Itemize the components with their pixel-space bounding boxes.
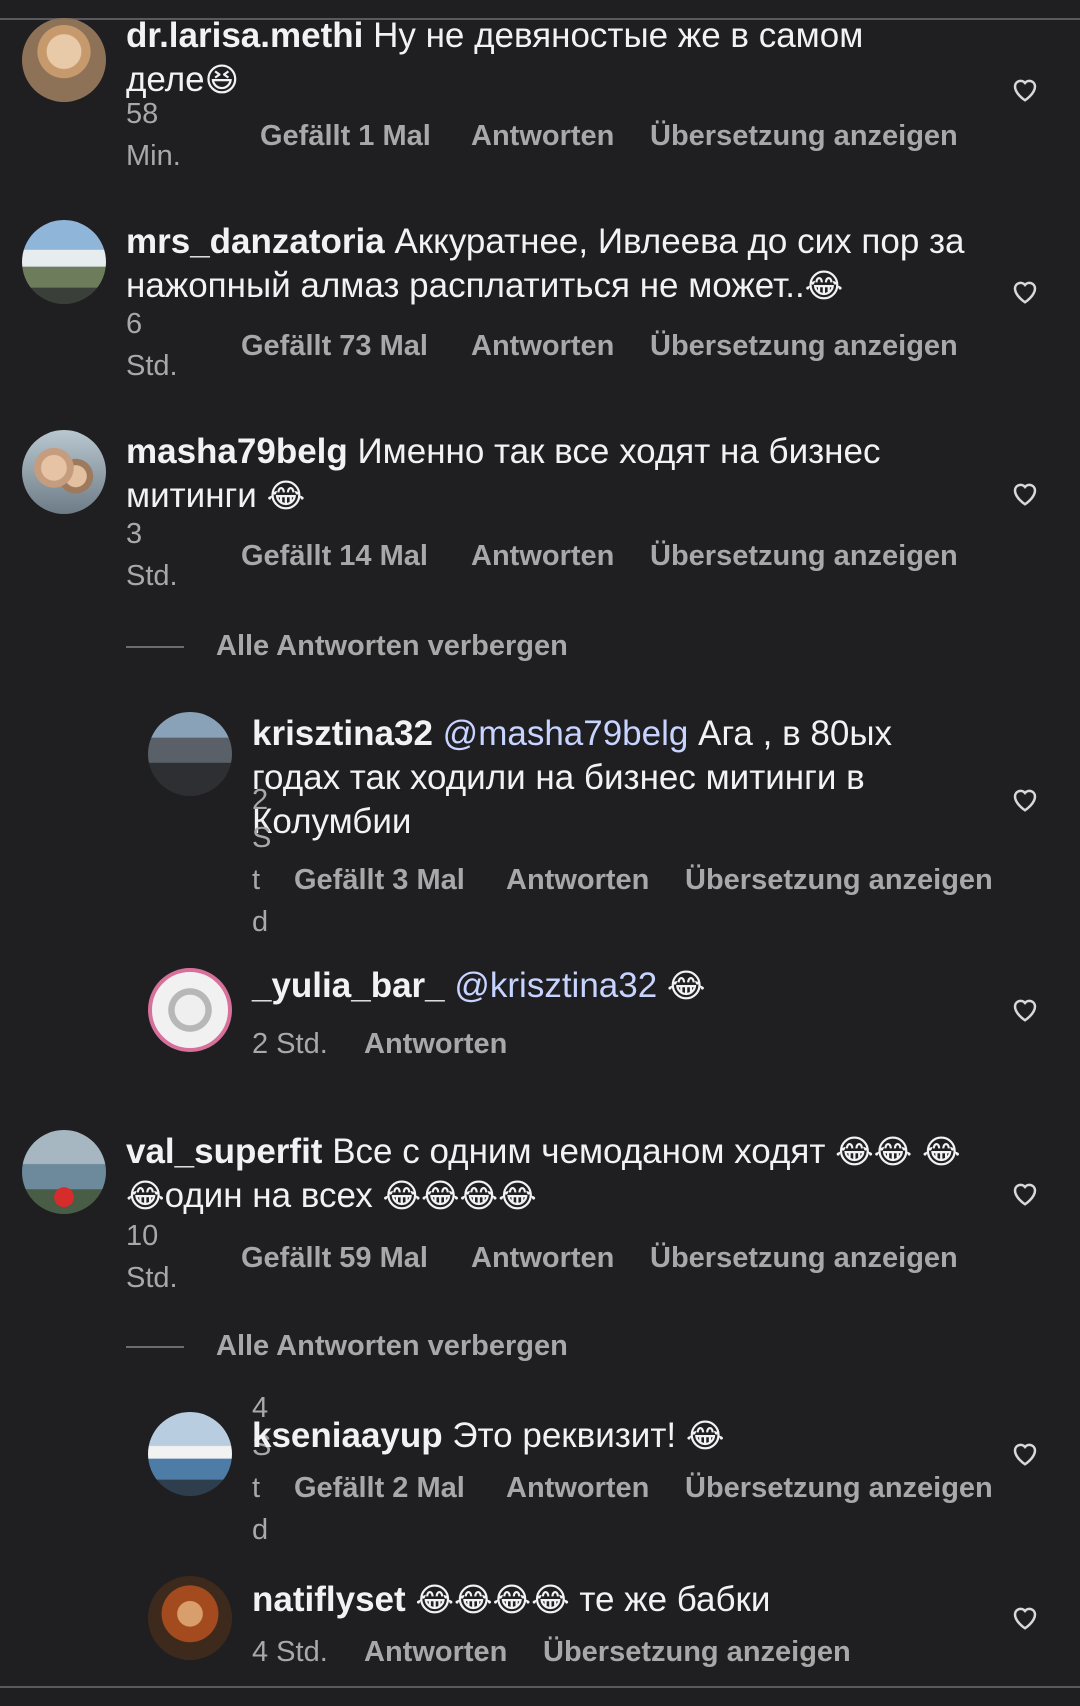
reply-button[interactable]: Antworten: [364, 1028, 507, 1061]
reply-meta: 2 Std. Antworten: [252, 1028, 852, 1068]
reply-body: natiflyset 😂😂😂😂 те же бабки: [252, 1578, 952, 1622]
comment-body: dr.larisa.methi Ну не девяностые же в са…: [126, 14, 926, 102]
emoji: 😂😂😂😂: [415, 1580, 570, 1619]
comment-username[interactable]: dr.larisa.methi: [126, 16, 363, 55]
divider: [126, 646, 184, 648]
comment-meta: 58 Min. Gefällt 1 Mal Antworten Übersetz…: [126, 98, 1026, 178]
emoji: 😂: [685, 1416, 725, 1455]
reply-button[interactable]: Antworten: [506, 1472, 649, 1505]
reply-meta: 2 S t d Gefällt 3 Mal Antworten Übersetz…: [252, 784, 1052, 964]
reply-button[interactable]: Antworten: [471, 1242, 614, 1275]
heart-outline-icon[interactable]: [1010, 784, 1040, 814]
emoji: 😂: [666, 966, 706, 1005]
emoji: 😂: [804, 266, 844, 305]
reply-body: _yulia_bar_ @krisztina32 😂: [252, 964, 952, 1008]
comment-time-unit: Min.: [126, 140, 181, 172]
mention-link[interactable]: @krisztina32: [454, 966, 657, 1005]
reply-time-char: d: [252, 906, 269, 938]
likes-count[interactable]: Gefällt 2 Mal: [294, 1472, 465, 1505]
emoji: 😂😂😂😂: [382, 1176, 537, 1215]
comment-meta: 6 Std. Gefällt 73 Mal Antworten Übersetz…: [126, 308, 1026, 388]
emoji: 😂: [266, 476, 306, 515]
reply-username[interactable]: _yulia_bar_: [252, 966, 445, 1005]
reply-button[interactable]: Antworten: [364, 1636, 507, 1669]
comment-username[interactable]: masha79belg: [126, 432, 348, 471]
reply-time: 2 Std.: [252, 1028, 328, 1060]
heart-outline-icon[interactable]: [1010, 1438, 1040, 1468]
reply-time: 4 Std.: [252, 1636, 328, 1668]
reply-button[interactable]: Antworten: [506, 864, 649, 897]
reply-text: те же бабки: [579, 1580, 771, 1619]
translate-button[interactable]: Übersetzung anzeigen: [543, 1636, 851, 1669]
comment-body: masha79belg Именно так все ходят на бизн…: [126, 430, 946, 518]
hide-replies-label[interactable]: Alle Antworten verbergen: [216, 1330, 568, 1363]
likes-count[interactable]: Gefällt 14 Mal: [241, 540, 428, 573]
reply-username[interactable]: krisztina32: [252, 714, 433, 753]
heart-outline-icon[interactable]: [1010, 478, 1040, 508]
avatar[interactable]: [22, 1130, 106, 1214]
comment-time-unit: Std.: [126, 560, 178, 592]
hide-replies-label[interactable]: Alle Antworten verbergen: [216, 630, 568, 663]
heart-outline-icon[interactable]: [1010, 994, 1040, 1024]
likes-count[interactable]: Gefällt 3 Mal: [294, 864, 465, 897]
avatar[interactable]: [22, 220, 106, 304]
reply-time-char: 2: [252, 784, 269, 816]
comment-time: 10: [126, 1220, 159, 1252]
comment-username[interactable]: val_superfit: [126, 1132, 322, 1171]
heart-outline-icon[interactable]: [1010, 1178, 1040, 1208]
comment-time: 6: [126, 308, 143, 340]
reply-time-char: t: [252, 864, 261, 896]
heart-outline-icon[interactable]: [1010, 276, 1040, 306]
heart-outline-icon[interactable]: [1010, 1602, 1040, 1632]
likes-count[interactable]: Gefällt 59 Mal: [241, 1242, 428, 1275]
likes-count[interactable]: Gefällt 1 Mal: [260, 120, 431, 153]
avatar[interactable]: [22, 18, 106, 102]
reply-username[interactable]: kseniaayup: [252, 1416, 443, 1455]
reply-button[interactable]: Antworten: [471, 540, 614, 573]
reply-time-char: S: [252, 822, 272, 854]
reply-time-char: t: [252, 1472, 261, 1504]
comment-time: 3: [126, 518, 143, 550]
emoji: 😂😂: [835, 1132, 913, 1171]
avatar[interactable]: [148, 1576, 232, 1660]
comment-body: mrs_danzatoria Аккуратнее, Ивлеева до си…: [126, 220, 966, 308]
comment-meta: 3 Std. Gefällt 14 Mal Antworten Übersetz…: [126, 518, 1026, 598]
translate-button[interactable]: Übersetzung anzeigen: [685, 864, 993, 897]
reply-button[interactable]: Antworten: [471, 330, 614, 363]
translate-button[interactable]: Übersetzung anzeigen: [650, 330, 958, 363]
avatar[interactable]: [148, 1412, 232, 1496]
comment-time-unit: Std.: [126, 350, 178, 382]
divider: [126, 1346, 184, 1348]
bottom-divider: [0, 1686, 1080, 1688]
emoji: 😆: [204, 60, 240, 99]
comment-time-unit: Std.: [126, 1262, 178, 1294]
avatar[interactable]: [22, 430, 106, 514]
likes-count[interactable]: Gefällt 73 Mal: [241, 330, 428, 363]
translate-button[interactable]: Übersetzung anzeigen: [650, 540, 958, 573]
comment-text: один на всех: [164, 1176, 373, 1215]
reply-meta: 4 Std. Antworten Übersetzung anzeigen: [252, 1636, 952, 1676]
avatar[interactable]: [148, 968, 232, 1052]
reply-body: kseniaayup Это реквизит! 😂: [252, 1414, 952, 1458]
mention-link[interactable]: @masha79belg: [443, 714, 689, 753]
hide-replies-toggle[interactable]: Alle Antworten verbergen: [126, 630, 726, 666]
avatar[interactable]: [148, 712, 232, 796]
comment-meta: 10 Std. Gefällt 59 Mal Antworten Überset…: [126, 1220, 1026, 1300]
reply-time-char: d: [252, 1514, 269, 1546]
comment-username[interactable]: mrs_danzatoria: [126, 222, 385, 261]
hide-replies-toggle[interactable]: Alle Antworten verbergen: [126, 1330, 726, 1366]
comment-body: val_superfit Все с одним чемоданом ходят…: [126, 1130, 966, 1218]
comment-text: Все с одним чемоданом ходят: [332, 1132, 826, 1171]
reply-text: Это реквизит!: [452, 1416, 677, 1455]
comment-time: 58: [126, 98, 159, 130]
translate-button[interactable]: Übersetzung anzeigen: [650, 120, 958, 153]
heart-outline-icon[interactable]: [1010, 74, 1040, 104]
translate-button[interactable]: Übersetzung anzeigen: [685, 1472, 993, 1505]
translate-button[interactable]: Übersetzung anzeigen: [650, 1242, 958, 1275]
reply-button[interactable]: Antworten: [471, 120, 614, 153]
reply-username[interactable]: natiflyset: [252, 1580, 406, 1619]
